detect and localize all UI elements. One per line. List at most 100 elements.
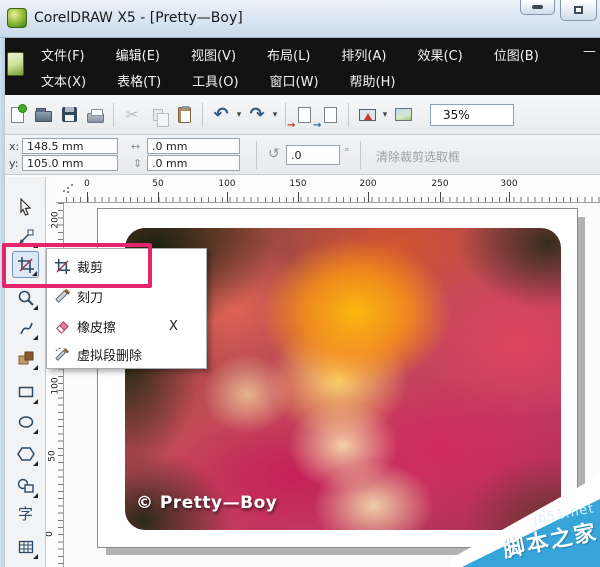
menu-effects[interactable]: 效果(C) <box>406 41 473 68</box>
new-button[interactable] <box>4 101 30 129</box>
undo-dropdown[interactable]: ▾ <box>234 110 244 120</box>
export-button[interactable]: → <box>317 101 343 129</box>
rotation-field[interactable]: .0 <box>286 145 340 165</box>
width-field[interactable]: .0 mm <box>147 138 240 154</box>
y-label: y: <box>9 157 18 170</box>
ruler-number: 100 <box>218 179 235 189</box>
text-tool-icon: 字 <box>18 507 33 522</box>
ellipse-icon <box>17 413 35 431</box>
redo-button[interactable]: ↷ <box>244 101 270 129</box>
scissors-icon: ✂ <box>125 107 138 123</box>
toolbar-separator <box>113 103 114 127</box>
y-position-field[interactable]: 105.0 mm <box>22 155 118 171</box>
shape-tool-icon <box>17 227 35 245</box>
toolbar-separator <box>202 103 203 127</box>
height-field[interactable]: .0 mm <box>147 155 240 171</box>
cut-button[interactable]: ✂ <box>119 101 145 129</box>
import-arrow-icon: → <box>287 120 295 131</box>
document-icon <box>7 52 24 76</box>
toolbar-separator <box>348 103 349 127</box>
export-icon <box>324 107 337 123</box>
ruler-number: 0 <box>45 531 55 537</box>
menu-window[interactable]: 窗口(W) <box>259 67 330 94</box>
print-icon <box>87 113 104 123</box>
redo-dropdown[interactable]: ▾ <box>270 110 280 120</box>
tool-smart-fill[interactable] <box>12 344 39 371</box>
menu-edit[interactable]: 编辑(E) <box>105 41 171 68</box>
restore-icon <box>574 6 583 14</box>
save-button[interactable] <box>56 101 82 129</box>
ruler-number: 0 <box>84 179 90 189</box>
menu-row-1: 文件(F) 编辑(E) 视图(V) 布局(L) 排列(A) 效果(C) 位图(B… <box>30 41 559 68</box>
menu-bitmaps[interactable]: 位图(B) <box>483 41 550 68</box>
menu-file[interactable]: 文件(F) <box>30 41 96 68</box>
export-arrow-icon: → <box>313 120 321 131</box>
open-button[interactable] <box>30 101 56 129</box>
rotation-icon: ↺ <box>268 146 280 162</box>
tool-freehand[interactable] <box>12 314 39 341</box>
magnifier-icon <box>17 289 35 307</box>
degree-unit: ° <box>344 146 350 159</box>
clear-crop-button[interactable]: 清除裁剪选取框 <box>376 148 460 165</box>
launcher-dropdown[interactable]: ▾ <box>380 110 390 120</box>
tool-polygon[interactable] <box>12 440 39 467</box>
ruler-number: 200 <box>51 211 61 228</box>
width-icon: ↔ <box>131 140 140 153</box>
propbar-separator <box>256 141 257 169</box>
pick-arrow-icon <box>17 198 35 216</box>
freehand-curve-icon <box>17 319 35 337</box>
menu-help[interactable]: 帮助(H) <box>339 67 407 94</box>
menu-arrange[interactable]: 排列(A) <box>330 41 397 68</box>
flyout-item-eraser[interactable]: 橡皮擦 X <box>47 311 206 341</box>
application-launcher-button[interactable] <box>354 101 380 129</box>
tool-pick[interactable] <box>12 193 39 220</box>
tool-zoom[interactable] <box>12 284 39 311</box>
highlight-box <box>2 243 152 288</box>
zoom-level-combo[interactable]: 35% <box>430 104 514 126</box>
coreldraw-app-icon <box>7 8 27 28</box>
title-bar: CorelDRAW X5 - [Pretty—Boy] <box>0 0 600 38</box>
save-floppy-icon <box>62 107 77 122</box>
horizontal-ruler[interactable]: 0 50 100 150 200 250 300 <box>56 177 600 203</box>
tool-rectangle[interactable] <box>12 378 39 405</box>
menu-text[interactable]: 文本(X) <box>30 67 97 94</box>
restore-button[interactable] <box>560 0 597 21</box>
ruler-number: 50 <box>152 179 163 189</box>
tool-basic-shapes[interactable] <box>12 472 39 499</box>
doc-minimize-button[interactable]: — <box>583 44 596 59</box>
tool-table[interactable] <box>12 533 39 560</box>
menu-table[interactable]: 表格(T) <box>106 67 172 94</box>
paste-clipboard-icon <box>178 107 191 123</box>
property-bar: x: 148.5 mm y: 105.0 mm ↔ .0 mm ⇕ .0 mm … <box>0 135 600 175</box>
polygon-icon <box>17 445 35 463</box>
propbar-separator <box>360 141 361 169</box>
copy-button[interactable] <box>145 101 171 129</box>
menu-tools[interactable]: 工具(O) <box>181 67 249 94</box>
menu-row-2: 文本(X) 表格(T) 工具(O) 窗口(W) 帮助(H) <box>30 67 415 94</box>
virtual-segment-delete-icon <box>47 346 77 363</box>
smart-fill-icon <box>17 349 35 367</box>
window-title: CorelDRAW X5 - [Pretty—Boy] <box>34 10 243 26</box>
menu-layout[interactable]: 布局(L) <box>256 41 321 68</box>
paste-button[interactable] <box>171 101 197 129</box>
open-folder-icon <box>35 111 52 122</box>
height-icon: ⇕ <box>133 157 142 170</box>
flyout-item-virtual-segment-delete[interactable]: 虚拟段删除 <box>47 339 206 369</box>
table-icon <box>17 538 35 556</box>
minimize-button[interactable] <box>520 0 555 15</box>
copy-icon <box>153 109 163 121</box>
tool-ellipse[interactable] <box>12 408 39 435</box>
knife-icon <box>47 288 77 305</box>
ruler-number: 150 <box>289 179 306 189</box>
undo-button[interactable]: ↶ <box>208 101 234 129</box>
menu-view[interactable]: 视图(V) <box>180 41 247 68</box>
x-position-field[interactable]: 148.5 mm <box>22 138 118 154</box>
eraser-icon <box>47 318 77 335</box>
tool-text[interactable]: 字 <box>12 501 39 528</box>
ruler-origin-icon[interactable] <box>62 182 74 194</box>
rectangle-icon <box>17 383 35 401</box>
toolbox: 字 <box>5 177 46 567</box>
print-button[interactable] <box>82 101 108 129</box>
welcome-screen-button[interactable] <box>390 101 416 129</box>
watermark: jb51.net 脚本之家 <box>450 467 600 567</box>
